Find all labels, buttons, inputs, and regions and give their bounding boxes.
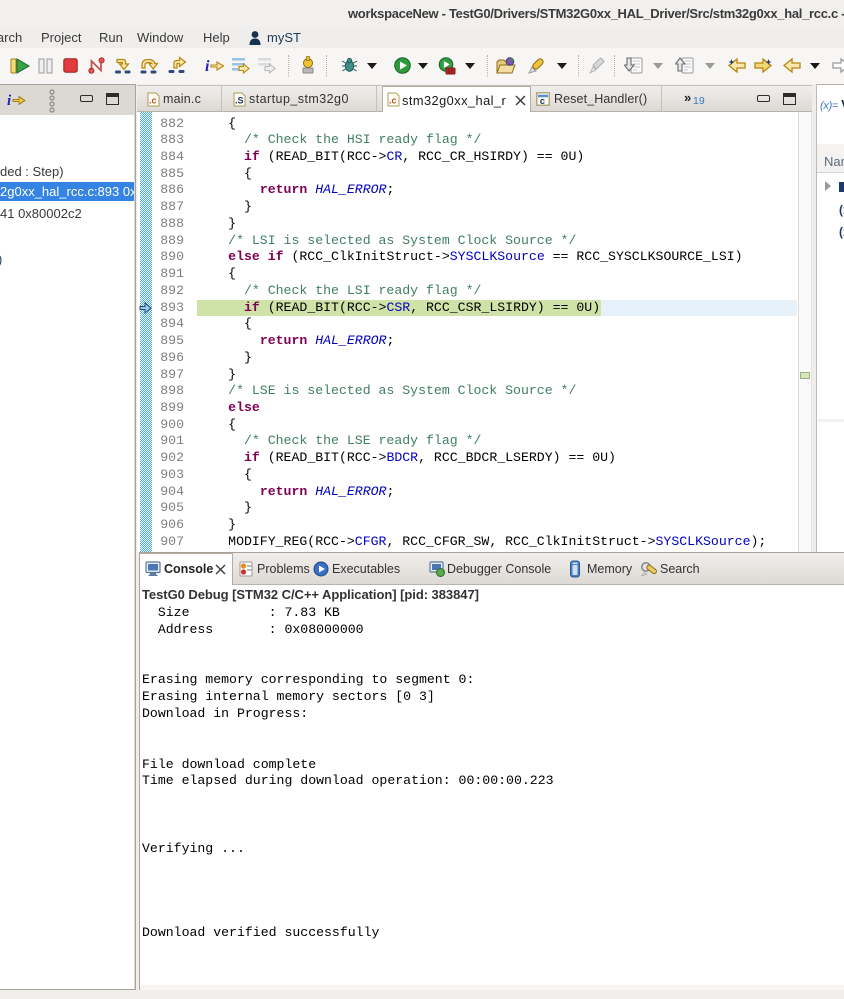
svg-text:i: i [7, 93, 12, 109]
svg-text:.S: .S [235, 96, 244, 106]
svg-text:.c: .c [389, 96, 397, 106]
svg-text:i: i [205, 58, 210, 75]
svg-text:c: c [540, 96, 545, 106]
svg-text:.c: .c [149, 96, 157, 106]
